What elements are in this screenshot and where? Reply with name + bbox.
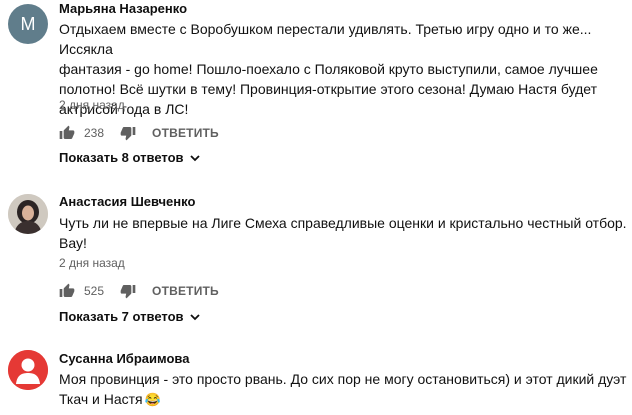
comment-actions: 238 ОТВЕТИТЬ: [59, 123, 219, 143]
comment-timestamp[interactable]: 2 дня назад: [59, 98, 125, 112]
author-name[interactable]: Марьяна Назаренко: [59, 1, 187, 16]
thumbs-up-icon[interactable]: [59, 283, 75, 299]
comment-text: Отдыхаем вместе с Воробушком перестали у…: [59, 19, 629, 119]
comment-text-line-last: Ткач и Настя 😂: [59, 389, 629, 410]
thumbs-up-icon[interactable]: [59, 125, 75, 141]
comment-text-line: Вау!: [59, 235, 87, 251]
comment-text-line: фантазия - go home! Пошло-поехало с Поля…: [59, 61, 598, 77]
like-count: 525: [84, 284, 105, 298]
comment-text-line: Отдыхаем вместе с Воробушком перестали у…: [59, 21, 592, 57]
comment-text-line: полотно! Всё шутки в тему! Провинция-отк…: [59, 81, 598, 97]
comment-text-line: Моя провинция - это просто рвань. До сих…: [59, 371, 627, 387]
author-name[interactable]: Сусанна Ибраимова: [59, 351, 189, 366]
thumbs-down-icon[interactable]: [120, 125, 136, 141]
like-count: 238: [84, 126, 105, 140]
reply-button[interactable]: ОТВЕТИТЬ: [152, 284, 219, 298]
avatar-photo-icon: [8, 194, 48, 234]
author-avatar[interactable]: M: [8, 4, 48, 44]
comment-text-line: актрисой года в ЛС!: [59, 101, 189, 117]
chevron-down-icon: [189, 313, 200, 320]
show-replies-label: Показать 7 ответов: [59, 309, 184, 324]
show-replies-button[interactable]: Показать 7 ответов: [59, 309, 201, 324]
author-avatar[interactable]: [8, 350, 48, 390]
chevron-down-icon: [189, 154, 200, 161]
author-avatar[interactable]: [8, 194, 48, 234]
comment-text-line: Ткач и Настя: [59, 391, 143, 407]
avatar-letter: M: [20, 13, 36, 34]
comment-text-line: Чуть ли не впервые на Лиге Смеха справед…: [59, 215, 627, 231]
author-name[interactable]: Анастасия Шевченко: [59, 194, 195, 209]
comment-text: Чуть ли не впервые на Лиге Смеха справед…: [59, 213, 629, 253]
laughing-emoji-icon: 😂: [144, 392, 161, 407]
thumbs-down-icon[interactable]: [120, 283, 136, 299]
comment-timestamp[interactable]: 2 дня назад: [59, 256, 125, 270]
reply-button[interactable]: ОТВЕТИТЬ: [152, 126, 219, 140]
comment-actions: 525 ОТВЕТИТЬ: [59, 281, 219, 301]
show-replies-label: Показать 8 ответов: [59, 150, 184, 165]
comment-text: Моя провинция - это просто рвань. До сих…: [59, 369, 629, 410]
show-replies-button[interactable]: Показать 8 ответов: [59, 150, 201, 165]
user-silhouette-icon: [8, 350, 48, 390]
